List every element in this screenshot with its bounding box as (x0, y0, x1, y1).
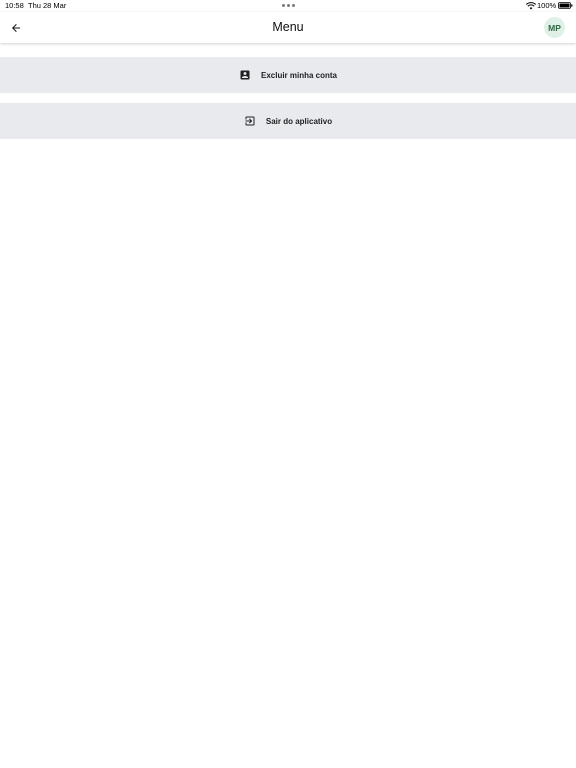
app-header: Menu MP (0, 12, 576, 43)
delete-account-button[interactable]: Excluir minha conta (0, 57, 576, 93)
status-time: 10:58 (5, 1, 24, 10)
account-box-icon (239, 69, 251, 81)
battery-icon (558, 2, 573, 9)
delete-account-label: Excluir minha conta (260, 70, 338, 80)
logout-button[interactable]: Sair do aplicativo (0, 103, 576, 139)
wifi-icon (526, 2, 536, 10)
status-date: Thu 28 Mar (28, 1, 67, 10)
exit-to-app-icon (244, 115, 256, 127)
multitasking-dots-icon[interactable] (282, 4, 295, 7)
status-bar: 10:58 Thu 28 Mar 100% (0, 0, 576, 12)
logout-label: Sair do aplicativo (265, 116, 333, 126)
battery-percentage: 100% (537, 1, 557, 10)
arrow-left-icon (12, 24, 20, 32)
page-title: Menu (272, 20, 304, 34)
back-button[interactable] (6, 18, 26, 38)
avatar[interactable]: MP (544, 17, 565, 38)
